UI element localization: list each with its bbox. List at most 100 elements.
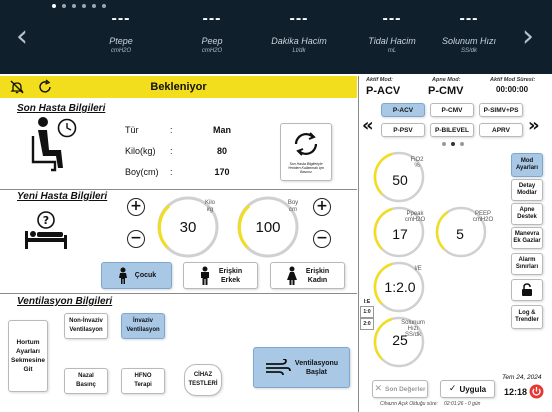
adult-female-label: Erişkin Kadın (306, 267, 329, 285)
child-button[interactable]: Çocuk (101, 262, 172, 289)
mode-page-dot[interactable] (451, 142, 455, 146)
uptime-label: Cihazın Açık Olduğu süre: (380, 401, 438, 407)
hose-settings-label: Hortum Ayarları Sekmesine Git (11, 338, 45, 374)
mode-p-acv-button[interactable]: P-ACV (381, 103, 425, 117)
colon: : (170, 146, 173, 156)
ppeak-value: 17 (392, 226, 408, 242)
detail-modes-tab[interactable]: Detay Modlar (511, 179, 543, 201)
fio2-value: 50 (392, 172, 408, 188)
invasive-button[interactable]: İnvaziv Ventilasyon (121, 313, 165, 339)
modes-next-button[interactable]: » (528, 115, 540, 136)
height-dial-value: 100 (255, 219, 281, 236)
page-dot[interactable] (52, 4, 56, 8)
weight-label: Kilo(kg) (125, 146, 156, 156)
height-minus-button[interactable]: − (313, 230, 331, 248)
alarm-limits-tab[interactable]: Alarm Sınırları (511, 253, 543, 275)
check-icon: ✓ (448, 383, 457, 394)
fio2-label: FiO2% (402, 157, 432, 169)
weight-minus-button[interactable]: − (127, 230, 145, 248)
log-trends-tab[interactable]: Log & Trendler (511, 305, 543, 329)
monitor-tidal-volume: --- Tidal Hacim mL (351, 10, 433, 55)
reuse-last-patient-button[interactable]: Son Hasta Bilgileriyle Yeniden Kullanmak… (280, 123, 332, 181)
mode-settings-tab[interactable]: Mod Ayarları (511, 153, 543, 177)
uptime-value: 02:01:26 - 0 gün (444, 401, 481, 407)
mode-page-dot[interactable] (442, 142, 446, 146)
apnea-support-tab[interactable]: Apne Destek (511, 203, 543, 225)
noninvasive-button[interactable]: Non-İnvaziv Ventilasyon (64, 313, 108, 339)
tab-label: Log & Trendler (515, 310, 539, 324)
mode-p-bilevel-button[interactable]: P-BILEVEL (430, 123, 474, 137)
chevron-left-icon[interactable]: ‹ (12, 22, 32, 52)
nasal-pressure-label: Nazal Basınç (76, 372, 96, 390)
lock-button[interactable] (511, 279, 543, 301)
ie-label: I/E (414, 266, 422, 272)
mode-aprv-button[interactable]: APRV (479, 123, 523, 137)
chevron-right-icon[interactable]: › (518, 22, 538, 52)
monitor-value: --- (382, 10, 402, 27)
weight-dial-value: 30 (179, 219, 197, 236)
seated-patient-clock-icon (31, 117, 77, 172)
start-ventilation-label: Ventilasyonu Başlat (295, 359, 338, 377)
monitor-unit: SS/dk (460, 48, 477, 54)
weight-plus-button[interactable]: + (127, 198, 145, 216)
monitor-unit: mL (387, 48, 397, 54)
monitor-label: Peep (201, 36, 223, 46)
power-icon[interactable] (529, 384, 544, 399)
nasal-line1: Nazal (78, 373, 94, 379)
apply-button[interactable]: ✓ Uygula (440, 380, 495, 398)
maneuver-gases-tab[interactable]: Manevra Ek Gazlar (511, 227, 543, 249)
page-dot[interactable] (82, 4, 86, 8)
height-plus-button[interactable]: + (313, 198, 331, 216)
type-label: Tür (125, 125, 139, 135)
alarm-muted-icon[interactable] (10, 80, 24, 94)
hose-line2: Ayarları (16, 348, 40, 355)
ppeak-unit: cmH2O (404, 217, 426, 223)
mode-p-simv-ps-button[interactable]: P-SIMV+PS (479, 103, 523, 117)
status-text: Bekleniyor (150, 81, 207, 93)
reset-cycle-icon (294, 132, 318, 156)
adult-male-button[interactable]: Erişkin Erkek (183, 262, 258, 289)
refresh-icon[interactable] (37, 79, 53, 95)
mode-p-psv-button[interactable]: P-PSV (381, 123, 425, 137)
ppeak-label: Ppeak cmH2O (398, 211, 432, 223)
hfno-label: HFNO Terapi (134, 372, 152, 390)
tab-line2: Ayarları (515, 165, 539, 171)
tab-line1: Log & (518, 310, 536, 316)
respiratory-rate-value: 25 (392, 332, 408, 348)
previous-values-button[interactable]: ✕ Son Değerler (372, 380, 428, 398)
page-dot[interactable] (62, 4, 66, 8)
weight-value: 80 (216, 146, 227, 156)
hose-settings-button[interactable]: Hortum Ayarları Sekmesine Git (8, 320, 48, 392)
child-icon (118, 267, 127, 284)
page-dot[interactable] (72, 4, 76, 8)
tab-line2: Destek (517, 214, 537, 220)
height-dial-label: Boy cm (278, 200, 308, 214)
weight-dial-unit: kg (206, 207, 214, 213)
device-tests-label: CİHAZ TESTLERİ (188, 371, 217, 389)
tab-line1: Apne (519, 207, 535, 213)
monitor-label: Solunum Hızı (441, 36, 497, 46)
start-line2: Başlat (305, 368, 327, 376)
device-tests-button[interactable]: CİHAZ TESTLERİ (184, 364, 222, 396)
hose-line3: Sekmesine (11, 357, 45, 364)
mode-p-cmv-button[interactable]: P-CMV (430, 103, 474, 117)
page-dot[interactable] (92, 4, 96, 8)
active-mode-duration-heading: Aktif Mod Süresi: (490, 77, 536, 83)
height-value: 170 (214, 167, 230, 177)
male-icon (200, 266, 209, 285)
female-icon (286, 266, 297, 285)
peep-unit: cmH2O (472, 217, 494, 223)
hfno-therapy-button[interactable]: HFNO Terapi (121, 368, 165, 394)
start-line1: Ventilasyonu (294, 359, 339, 367)
active-mode-value: P-ACV (366, 85, 401, 97)
invasive-line1: İnvaziv (132, 318, 153, 324)
mode-page-dot[interactable] (460, 142, 464, 146)
adult-female-line1: Erişkin (305, 267, 330, 275)
page-dot[interactable] (102, 4, 106, 8)
apnea-mode-heading: Apne Mod: (432, 77, 461, 83)
modes-prev-button[interactable]: « (362, 115, 374, 136)
adult-female-button[interactable]: Erişkin Kadın (270, 262, 345, 289)
nasal-pressure-button[interactable]: Nazal Basınç (64, 368, 108, 394)
start-ventilation-button[interactable]: Ventilasyonu Başlat (253, 347, 350, 388)
patient-in-bed-question-icon: ? (25, 211, 67, 249)
